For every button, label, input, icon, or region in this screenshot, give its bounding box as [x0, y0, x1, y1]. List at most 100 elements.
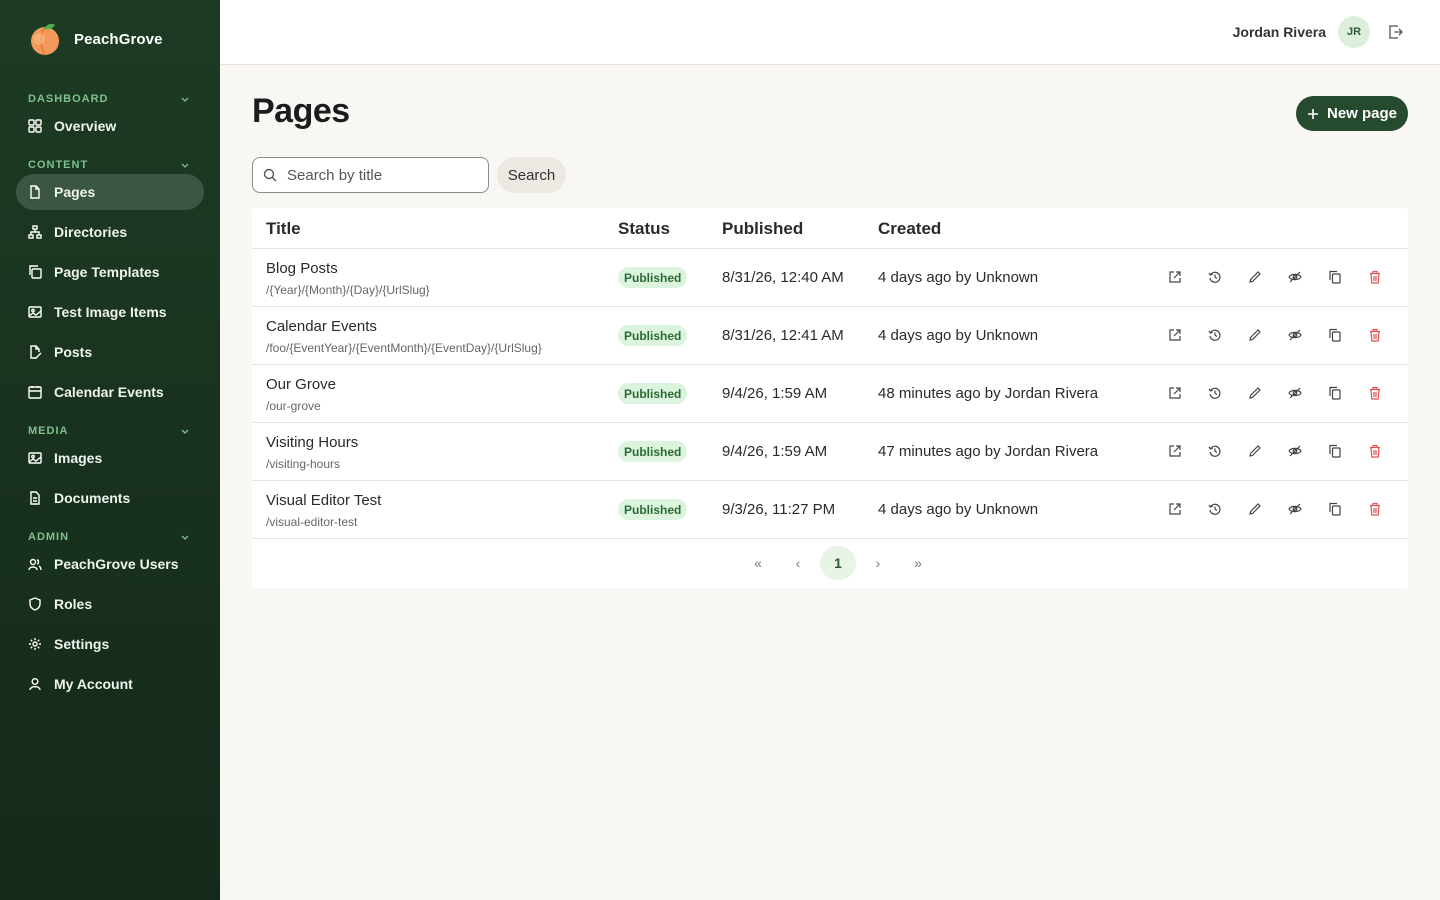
table-row[interactable]: Calendar Events /foo/{EventYear}/{EventM…: [252, 307, 1408, 365]
sidebar-item-overview[interactable]: Overview: [16, 108, 204, 144]
sidebar-item-documents[interactable]: Documents: [16, 480, 204, 516]
document-icon: [30, 491, 40, 505]
row-title[interactable]: Blog Posts: [266, 260, 338, 277]
row-slug: /foo/{EventYear}/{EventMonth}/{EventDay}…: [266, 341, 542, 355]
table-row[interactable]: Blog Posts /{Year}/{Month}/{Day}/{UrlSlu…: [252, 249, 1408, 307]
column-header-status[interactable]: Status: [618, 219, 670, 239]
sidebar-item-roles[interactable]: Roles: [16, 586, 204, 622]
section-admin[interactable]: ADMIN: [28, 531, 190, 543]
unpublish-icon[interactable]: [1288, 502, 1302, 516]
sidebar-item-label: Posts: [54, 344, 93, 360]
table-row[interactable]: Visiting Hours /visiting-hours Published…: [252, 423, 1408, 481]
search-icon: [263, 168, 277, 182]
first-page-button[interactable]: «: [740, 546, 776, 580]
sidebar-item-directories[interactable]: Directories: [16, 214, 204, 250]
sidebar-item-pages[interactable]: Pages: [16, 174, 204, 210]
unpublish-icon[interactable]: [1288, 386, 1302, 400]
duplicate-icon[interactable]: [1328, 502, 1342, 516]
sidebar-item-test-image-items[interactable]: Test Image Items: [16, 294, 204, 330]
prev-page-button[interactable]: ‹: [780, 546, 816, 580]
image-icon: [28, 452, 42, 464]
next-page-button[interactable]: ›: [860, 546, 896, 580]
row-title[interactable]: Visual Editor Test: [266, 492, 381, 509]
logout-icon[interactable]: [1388, 24, 1404, 40]
unpublish-icon[interactable]: [1288, 328, 1302, 342]
page-button-current[interactable]: 1: [820, 546, 856, 580]
column-header-published[interactable]: Published: [722, 219, 803, 239]
search-input[interactable]: [287, 166, 477, 184]
row-created: 48 minutes ago by Jordan Rivera: [878, 385, 1099, 402]
sidebar-item-posts[interactable]: Posts: [16, 334, 204, 370]
avatar[interactable]: JR: [1338, 16, 1370, 48]
status-badge: Published: [618, 325, 688, 346]
sidebar: PeachGrove DASHBOARD Overview CONTENT Pa…: [0, 0, 220, 900]
open-external-icon[interactable]: [1168, 328, 1182, 342]
delete-icon[interactable]: [1368, 386, 1382, 400]
delete-icon[interactable]: [1368, 270, 1382, 284]
sidebar-item-settings[interactable]: Settings: [16, 626, 204, 662]
section-label: DASHBOARD: [28, 93, 109, 105]
status-badge: Published: [618, 441, 688, 462]
sidebar-item-label: Documents: [54, 490, 131, 506]
sitemap-icon: [28, 225, 42, 239]
unpublish-icon[interactable]: [1288, 270, 1302, 284]
search-button[interactable]: Search: [497, 157, 566, 193]
section-dashboard[interactable]: DASHBOARD: [28, 93, 190, 105]
row-title[interactable]: Our Grove: [266, 376, 336, 393]
sidebar-item-calendar-events[interactable]: Calendar Events: [16, 374, 204, 410]
edit-icon[interactable]: [1248, 328, 1262, 342]
row-published: 8/31/26, 12:41 AM: [722, 327, 844, 344]
history-icon[interactable]: [1208, 270, 1222, 284]
history-icon[interactable]: [1208, 328, 1222, 342]
open-external-icon[interactable]: [1168, 386, 1182, 400]
sidebar-item-label: Overview: [54, 118, 117, 134]
edit-icon[interactable]: [1248, 444, 1262, 458]
delete-icon[interactable]: [1368, 502, 1382, 516]
history-icon[interactable]: [1208, 386, 1222, 400]
duplicate-icon[interactable]: [1328, 444, 1342, 458]
column-header-title[interactable]: Title: [266, 219, 301, 239]
edit-icon[interactable]: [1248, 270, 1262, 284]
row-title[interactable]: Visiting Hours: [266, 434, 358, 451]
sidebar-item-peachgrove-users[interactable]: PeachGrove Users: [16, 546, 204, 582]
open-external-icon[interactable]: [1168, 444, 1182, 458]
duplicate-icon[interactable]: [1328, 328, 1342, 342]
row-created: 4 days ago by Unknown: [878, 501, 1039, 518]
sidebar-item-images[interactable]: Images: [16, 440, 204, 476]
sidebar-item-page-templates[interactable]: Page Templates: [16, 254, 204, 290]
row-slug: /visiting-hours: [266, 457, 341, 471]
sidebar-item-my-account[interactable]: My Account: [16, 666, 204, 702]
search-field[interactable]: [252, 157, 489, 193]
table-header: Title Status Published Created: [252, 208, 1408, 249]
row-created: 4 days ago by Unknown: [878, 269, 1039, 286]
open-external-icon[interactable]: [1168, 270, 1182, 284]
open-external-icon[interactable]: [1168, 502, 1182, 516]
duplicate-icon[interactable]: [1328, 270, 1342, 284]
table-row[interactable]: Our Grove /our-grove Published 9/4/26, 1…: [252, 365, 1408, 423]
delete-icon[interactable]: [1368, 328, 1382, 342]
section-content[interactable]: CONTENT: [28, 159, 190, 171]
duplicate-icon[interactable]: [1328, 386, 1342, 400]
edit-icon[interactable]: [1248, 386, 1262, 400]
edit-icon[interactable]: [1248, 502, 1262, 516]
history-icon[interactable]: [1208, 502, 1222, 516]
section-media[interactable]: MEDIA: [28, 425, 190, 437]
section-label: MEDIA: [28, 425, 69, 437]
history-icon[interactable]: [1208, 444, 1222, 458]
column-header-created[interactable]: Created: [878, 219, 941, 239]
sidebar-item-label: Pages: [54, 184, 96, 200]
brand[interactable]: PeachGrove: [28, 22, 163, 56]
peach-logo-icon: [31, 24, 59, 56]
topbar: Jordan Rivera JR: [220, 0, 1440, 65]
file-icon: [30, 185, 40, 199]
sidebar-item-label: Test Image Items: [54, 304, 167, 320]
status-badge: Published: [618, 383, 688, 404]
sidebar-item-label: Images: [54, 450, 103, 466]
new-page-button[interactable]: New page: [1296, 96, 1408, 131]
delete-icon[interactable]: [1368, 444, 1382, 458]
table-row[interactable]: Visual Editor Test /visual-editor-test P…: [252, 481, 1408, 539]
row-published: 9/3/26, 11:27 PM: [722, 501, 836, 518]
row-title[interactable]: Calendar Events: [266, 318, 377, 335]
unpublish-icon[interactable]: [1288, 444, 1302, 458]
last-page-button[interactable]: »: [900, 546, 936, 580]
